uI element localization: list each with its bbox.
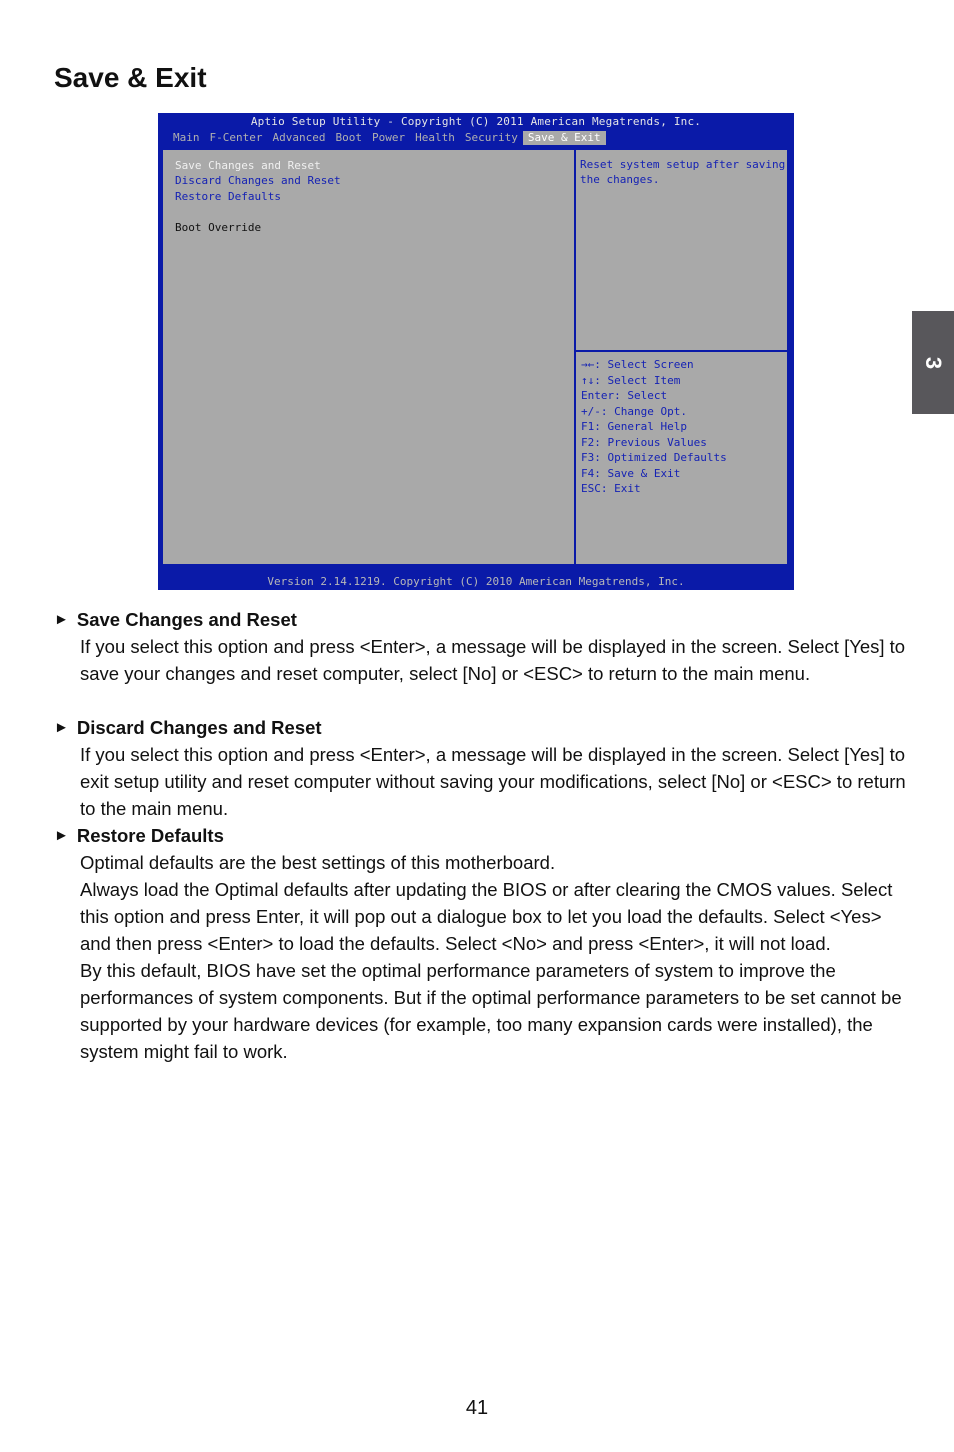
chapter-tab: 3	[912, 311, 954, 414]
bios-option-discard-changes-reset[interactable]: Discard Changes and Reset	[175, 174, 341, 187]
key-change-opt: +/-: Change Opt.	[581, 404, 687, 418]
page-number: 41	[465, 1397, 489, 1419]
section-heading: ► Save Changes and Reset	[54, 606, 914, 633]
key-select-screen: →←: Select Screen	[581, 358, 694, 371]
key-f3: F3: Optimized Defaults	[581, 451, 727, 464]
section-paragraph: Optimal defaults are the best settings o…	[80, 852, 556, 873]
page-title: Save & Exit	[54, 62, 207, 93]
bios-tab-main[interactable]: Main	[168, 131, 205, 145]
section-discard-changes-reset: ► Discard Changes and Reset If you select…	[54, 714, 914, 822]
bios-tab-f-center[interactable]: F-Center	[205, 131, 268, 145]
key-esc: ESC: Exit	[581, 482, 641, 495]
section-heading: ► Discard Changes and Reset	[54, 714, 914, 741]
key-enter: Enter: Select	[581, 389, 668, 402]
bios-options-pane: Save Changes and Reset Discard Changes a…	[163, 150, 576, 564]
section-restore-defaults: ► Restore Defaults Optimal defaults are t…	[54, 822, 914, 1065]
section-paragraph: By this default, BIOS have set the optim…	[80, 960, 902, 1062]
bios-tab-boot[interactable]: Boot	[330, 131, 367, 145]
section-paragraph: If you select this option and press <Ent…	[80, 744, 906, 819]
bios-footer: Version 2.14.1219. Copyright (C) 2010 Am…	[267, 575, 685, 588]
bios-screenshot: Aptio Setup Utility - Copyright (C) 2011…	[158, 113, 794, 590]
bios-menu-bar: Main F-Center Advanced Boot Power Health…	[168, 131, 606, 145]
bios-option-save-changes-reset[interactable]: Save Changes and Reset	[175, 159, 321, 172]
bios-key-legend: →←: Select Screen ↑↓: Select Item Enter:…	[581, 357, 727, 497]
triangle-bullet-icon: ►	[54, 827, 69, 844]
section-paragraph: If you select this option and press <Ent…	[80, 636, 906, 684]
triangle-bullet-icon: ►	[54, 719, 69, 736]
bios-tab-security[interactable]: Security	[460, 131, 523, 145]
key-f4: F4: Save & Exit	[581, 466, 681, 480]
section-save-changes-reset: ► Save Changes and Reset If you select th…	[54, 606, 914, 687]
bios-title: Aptio Setup Utility - Copyright (C) 2011…	[250, 115, 702, 128]
key-f2: F2: Previous Values	[581, 435, 707, 449]
bios-tab-power[interactable]: Power	[367, 131, 410, 145]
bios-tab-advanced[interactable]: Advanced	[267, 131, 330, 145]
section-heading: ► Restore Defaults	[54, 822, 914, 849]
key-select-item: ↑↓: Select Item	[581, 373, 681, 387]
bios-boot-override-heading: Boot Override	[175, 221, 262, 234]
key-f1: F1: General Help	[581, 420, 687, 433]
bios-option-restore-defaults[interactable]: Restore Defaults	[175, 190, 281, 203]
triangle-bullet-icon: ►	[54, 611, 69, 628]
bios-body: Save Changes and Reset Discard Changes a…	[161, 148, 791, 566]
bios-tab-save-exit[interactable]: Save & Exit	[522, 131, 606, 145]
section-paragraph: Always load the Optimal defaults after u…	[80, 879, 893, 954]
bios-tab-health[interactable]: Health	[410, 131, 460, 145]
chapter-number: 3	[921, 356, 946, 369]
bios-help-pane: Reset system setup after saving the chan…	[576, 150, 791, 352]
